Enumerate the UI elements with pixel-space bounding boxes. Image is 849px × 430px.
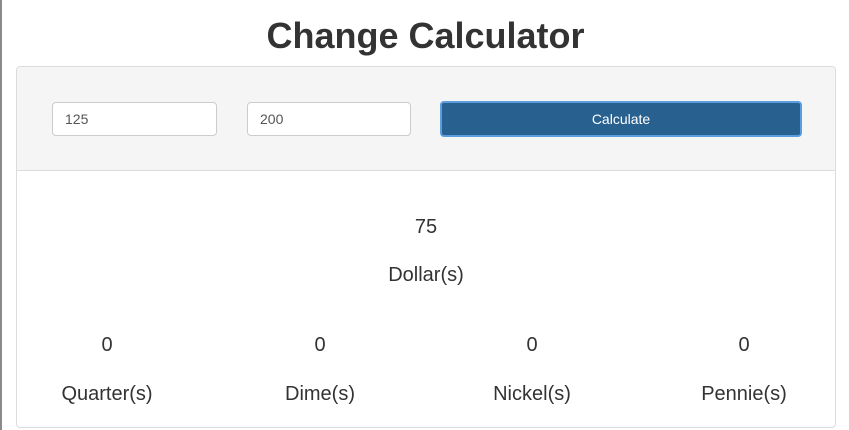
calculate-button[interactable]: Calculate: [440, 101, 802, 137]
dimes-value: 0: [314, 334, 326, 356]
window-edge: [0, 0, 2, 430]
dimes-label: Dime(s): [285, 383, 355, 405]
input-form: Calculate: [17, 67, 835, 171]
pennies-label: Pennie(s): [701, 383, 787, 405]
nickels-value: 0: [526, 334, 538, 356]
nickels-label: Nickel(s): [493, 383, 571, 405]
dollars-value: 75: [414, 216, 438, 238]
page-title: Change Calculator: [266, 15, 585, 56]
pennies-value: 0: [738, 334, 750, 356]
dollars-label: Dollar(s): [388, 264, 464, 286]
amount-due-input[interactable]: [52, 102, 217, 136]
quarters-value: 0: [101, 334, 113, 356]
amount-paid-input[interactable]: [247, 102, 411, 136]
calculator-panel: Calculate 75 Dollar(s) 0 Quarter(s) 0 Di…: [16, 66, 836, 428]
quarters-label: Quarter(s): [61, 383, 153, 405]
